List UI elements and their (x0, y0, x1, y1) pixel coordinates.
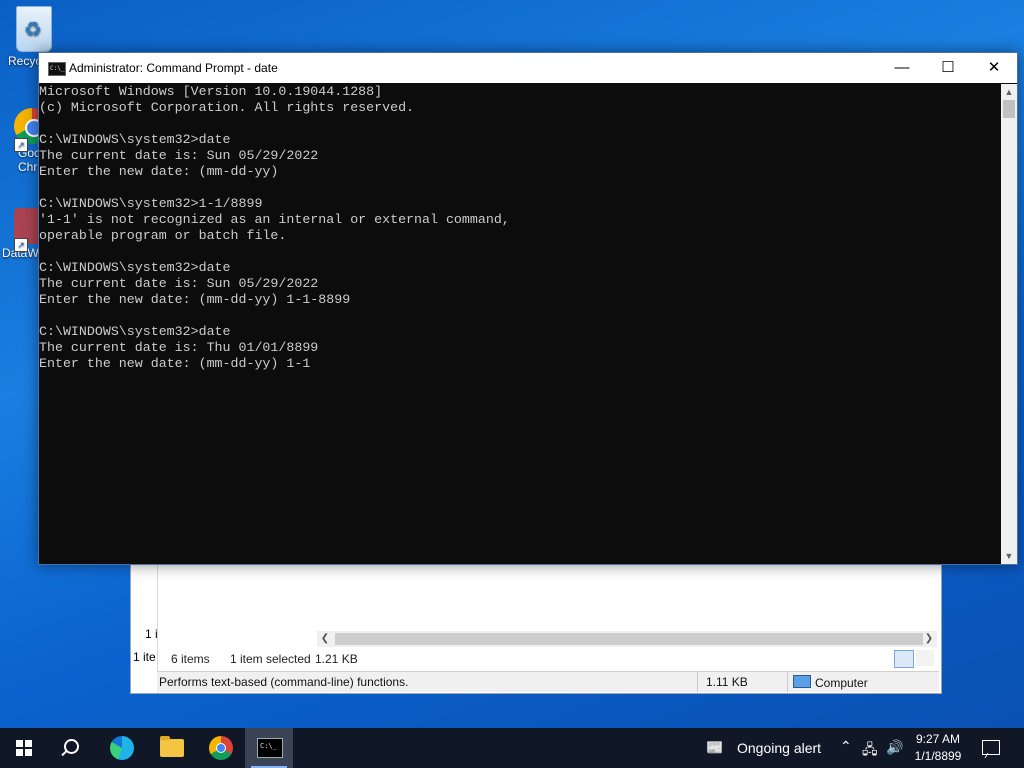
scrollbar-thumb[interactable] (1003, 100, 1015, 118)
vertical-scrollbar[interactable]: ▲ ▼ (1001, 84, 1017, 564)
large-icons-view-icon[interactable] (916, 650, 934, 666)
console-line: Microsoft Windows [Version 10.0.19044.12… (39, 84, 383, 99)
console-line: (c) Microsoft Corporation. All rights re… (39, 100, 415, 115)
shortcut-arrow-icon: ↗ (14, 238, 28, 252)
scrollbar-thumb[interactable] (335, 633, 923, 645)
scroll-up-icon[interactable]: ▲ (1001, 84, 1017, 100)
console-line: The current date is: Sun 05/29/2022 (39, 276, 319, 291)
taskbar-edge[interactable] (98, 728, 146, 768)
minimize-button[interactable]: — (879, 53, 925, 83)
details-view-icon[interactable] (894, 650, 914, 668)
console-line: The current date is: Sun 05/29/2022 (39, 148, 319, 163)
console-line: '1-1' is not recognized as an internal o… (39, 212, 510, 227)
network-icon[interactable]: 🖧 (862, 739, 878, 763)
maximize-button[interactable]: ☐ (925, 53, 971, 83)
notification-center-icon[interactable] (982, 740, 1000, 755)
start-button[interactable] (0, 728, 48, 768)
console-output[interactable]: Microsoft Windows [Version 10.0.19044.12… (39, 84, 1000, 564)
console-line: The current date is: Thu 01/01/8899 (39, 340, 319, 355)
cmd-app-icon (48, 62, 66, 76)
taskbar-file-explorer[interactable] (148, 728, 196, 768)
clock-time: 9:27 AM (915, 732, 961, 746)
console-line: Enter the new date: (mm-dd-yy) 1-1 (39, 356, 311, 371)
explorer-status-bar: 6 items 1 item selected 1.21 KB (157, 649, 939, 669)
selection-count: 1 item selected (230, 652, 311, 666)
taskbar-command-prompt[interactable] (245, 728, 293, 768)
close-button[interactable]: ✕ (971, 53, 1017, 83)
edge-icon (110, 736, 134, 760)
console-line: Enter the new date: (mm-dd-yy) 1-1-8899 (39, 292, 351, 307)
console-line: C:\WINDOWS\system32>date (39, 324, 231, 339)
search-icon (64, 739, 79, 754)
shortcut-arrow-icon: ↗ (14, 138, 28, 152)
horizontal-scrollbar[interactable]: ❮ ❯ (317, 631, 937, 647)
item-count: 6 items (171, 652, 210, 666)
alert-news-icon[interactable]: 📰 (706, 739, 723, 756)
explorer-fragment-text: 1 ite (133, 650, 156, 664)
clock-date: 1/1/8899 (914, 749, 962, 763)
file-size: 1.11 KB (706, 675, 748, 689)
chevron-up-icon[interactable]: ⌃ (840, 738, 852, 755)
divider (787, 672, 788, 692)
selection-size: 1.21 KB (315, 652, 358, 666)
console-line: operable program or batch file. (39, 228, 287, 243)
file-explorer-window[interactable]: 1 i 1 ite ❮ ❯ 6 items 1 item selected 1.… (130, 560, 942, 694)
divider (697, 672, 698, 692)
console-line: Enter the new date: (mm-dd-yy) (39, 164, 279, 179)
folder-icon (160, 736, 184, 757)
volume-icon[interactable]: 🔊 (886, 739, 903, 756)
explorer-fragment-text: 1 i (145, 627, 158, 641)
system-clock[interactable]: 9:27 AM 1/1/8899 (906, 731, 970, 765)
title-bar[interactable]: Administrator: Command Prompt - date — ☐… (39, 53, 1017, 83)
explorer-details-bar: Performs text-based (command-line) funct… (157, 671, 939, 692)
taskbar-chrome[interactable] (197, 728, 245, 768)
recycle-bin-icon (16, 6, 52, 52)
search-button[interactable] (48, 728, 96, 768)
console-line: C:\WINDOWS\system32>date (39, 260, 231, 275)
console-line: C:\WINDOWS\system32>1-1/8899 (39, 196, 263, 211)
cmd-icon (257, 738, 283, 758)
scroll-down-icon[interactable]: ▼ (1001, 548, 1017, 564)
windows-logo-icon (16, 740, 32, 756)
window-title: Administrator: Command Prompt - date (69, 61, 278, 75)
scroll-left-icon[interactable]: ❮ (317, 631, 333, 647)
file-description: Performs text-based (command-line) funct… (159, 675, 409, 689)
console-line: C:\WINDOWS\system32>date (39, 132, 231, 147)
chrome-icon (209, 736, 233, 760)
location-label: Computer (793, 675, 868, 690)
taskbar: 📰 Ongoing alert ⌃ 🖧 🔊 9:27 AM 1/1/8899 (0, 728, 1024, 768)
scroll-right-icon[interactable]: ❯ (921, 631, 937, 647)
ongoing-alert-label[interactable]: Ongoing alert (737, 740, 821, 756)
location-text: Computer (815, 676, 868, 690)
command-prompt-window[interactable]: Administrator: Command Prompt - date — ☐… (38, 52, 1018, 565)
computer-icon (793, 675, 811, 688)
